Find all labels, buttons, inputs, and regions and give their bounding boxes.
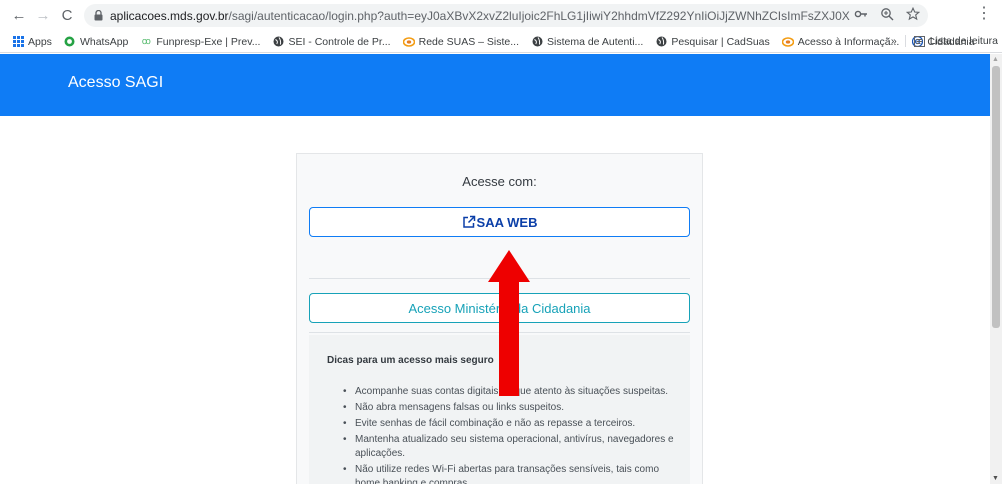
bookmark-cadsuas[interactable]: Pesquisar | CadSuas — [655, 35, 770, 48]
annotation-arrow-icon — [488, 250, 530, 396]
bookmark-acesso-informacao[interactable]: Acesso à Informaçã... — [781, 35, 900, 48]
apps-grid-icon — [12, 36, 24, 48]
bookmark-whatsapp[interactable]: WhatsApp — [64, 36, 128, 48]
header-title: Acesso SAGI — [68, 74, 164, 91]
bookmark-label: WhatsApp — [79, 35, 129, 48]
globe-icon — [655, 36, 667, 48]
whatsapp-icon — [64, 36, 76, 48]
reading-list-icon[interactable] — [913, 35, 925, 47]
browser-window: ← → C aplicacoes.mds.gov.br/sagi/autenti… — [0, 0, 1002, 484]
bookmark-label: Acesso à Informaçã... — [797, 35, 900, 48]
tips-list: Acompanhe suas contas digitais e fique a… — [343, 385, 683, 484]
scroll-down-icon[interactable]: ▼ — [992, 475, 999, 482]
omnibox-actions — [854, 6, 921, 24]
scroll-up-icon[interactable]: ▲ — [992, 56, 999, 63]
lock-icon — [92, 10, 104, 22]
url-text[interactable]: aplicacoes.mds.gov.br/sagi/autenticacao/… — [110, 9, 850, 23]
bookmark-label: Sistema de Autenti... — [547, 35, 644, 48]
address-bar-row: ← → C aplicacoes.mds.gov.br/sagi/autenti… — [0, 0, 1002, 31]
omnibox[interactable]: aplicacoes.mds.gov.br/sagi/autenticacao/… — [84, 4, 928, 27]
bookmark-sistema-autenticacao[interactable]: Sistema de Autenti... — [531, 36, 643, 48]
bookmarks-divider — [904, 35, 906, 47]
bookmark-rede-suas[interactable]: Rede SUAS – Siste... — [402, 35, 519, 48]
saa-web-label: SAA WEB — [476, 214, 538, 230]
tips-title: Dicas para um acesso mais seguro — [327, 355, 494, 366]
url-path: /sagi/autenticacao/login.php?auth=eyJ0aX… — [228, 8, 851, 23]
back-icon[interactable]: ← — [8, 5, 30, 27]
page-scrollbar[interactable]: ▲ ▼ — [990, 54, 1002, 484]
bookmark-star-icon[interactable] — [905, 6, 921, 24]
tip-item: Mantenha atualizado seu sistema operacio… — [343, 433, 683, 461]
bookmark-label: Pesquisar | CadSuas — [671, 35, 770, 48]
tip-item: Não utilize redes Wi-Fi abertas para tra… — [343, 463, 683, 484]
bookmark-label: SEI - Controle de Pr... — [288, 35, 391, 48]
page-content: Acesso SAGI Acesse com: SAA WEB Acesso M… — [0, 54, 990, 484]
globe-icon — [272, 36, 284, 48]
reload-icon[interactable]: C — [56, 5, 78, 27]
more-menu-icon[interactable]: ⋮ — [976, 6, 992, 22]
bookmark-funpresp[interactable]: ꝏ Funpresp-Exe | Prev... — [140, 35, 261, 48]
funpresp-icon: ꝏ — [141, 36, 151, 46]
bookmark-label: Apps — [28, 35, 52, 48]
bookmarks-bar: Apps WhatsApp ꝏ Funpresp-Exe | Prev... S… — [0, 31, 1002, 53]
globe-icon — [531, 36, 543, 48]
more-bookmarks-button[interactable]: » — [891, 35, 897, 47]
tip-item: Não abra mensagens falsas ou links suspe… — [343, 401, 683, 415]
suas-icon — [402, 36, 415, 48]
suas-icon — [781, 36, 794, 48]
bookmark-apps[interactable]: Apps — [12, 36, 52, 48]
login-prompt: Acesse com: — [462, 174, 537, 189]
external-link-icon — [462, 215, 476, 229]
saa-web-button[interactable]: SAA WEB — [309, 207, 690, 237]
zoom-icon[interactable] — [880, 7, 894, 24]
bookmarks-right: » Lista de leitura — [891, 35, 998, 47]
reading-list-label[interactable]: Lista de leitura — [930, 35, 998, 47]
site-header: Acesso SAGI — [0, 54, 990, 116]
tip-item: Evite senhas de fácil combinação e não a… — [343, 417, 683, 431]
bookmark-sei[interactable]: SEI - Controle de Pr... — [272, 35, 391, 48]
url-host: aplicacoes.mds.gov.br — [110, 8, 229, 23]
scroll-thumb[interactable] — [992, 66, 1000, 328]
bookmark-label: Rede SUAS – Siste... — [418, 35, 519, 48]
bookmark-label: Funpresp-Exe | Prev... — [156, 35, 261, 48]
forward-icon[interactable]: → — [32, 5, 54, 27]
key-icon[interactable] — [854, 7, 868, 24]
